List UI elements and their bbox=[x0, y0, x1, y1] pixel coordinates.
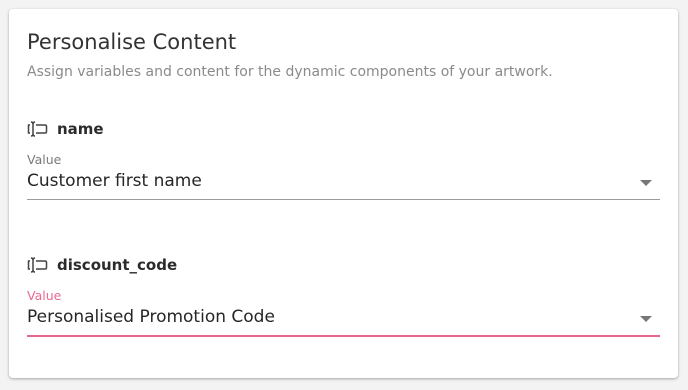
value-label: Value bbox=[27, 152, 62, 167]
field-underline bbox=[27, 335, 660, 337]
dropdown-arrow-icon[interactable] bbox=[640, 316, 652, 322]
panel-subtitle: Assign variables and content for the dyn… bbox=[27, 64, 553, 80]
personalise-content-card: Personalise Content Assign variables and… bbox=[9, 9, 678, 378]
value-select-name[interactable]: Value Customer first name bbox=[27, 152, 660, 208]
selected-value: Customer first name bbox=[27, 171, 202, 191]
field-underline bbox=[27, 199, 660, 200]
selected-value: Personalised Promotion Code bbox=[27, 307, 275, 327]
variable-header-name: name bbox=[27, 118, 104, 140]
variable-name: discount_code bbox=[57, 256, 178, 274]
dropdown-arrow-icon[interactable] bbox=[640, 180, 652, 186]
variable-header-discount-code: discount_code bbox=[27, 254, 177, 276]
variable-name: name bbox=[57, 120, 104, 138]
text-cursor-icon bbox=[27, 120, 48, 138]
panel-title: Personalise Content bbox=[27, 30, 237, 54]
value-label: Value bbox=[27, 288, 62, 303]
value-select-discount-code[interactable]: Value Personalised Promotion Code bbox=[27, 288, 660, 344]
text-cursor-icon bbox=[27, 256, 48, 274]
